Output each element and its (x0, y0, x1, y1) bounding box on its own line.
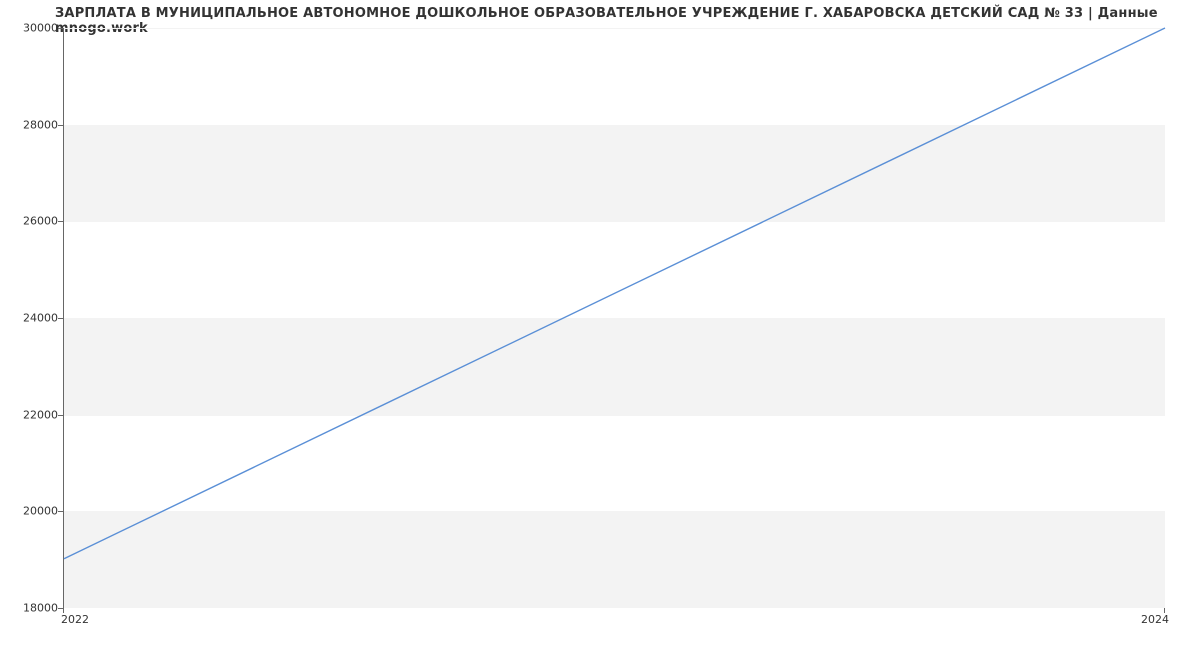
salary-line-chart: ЗАРПЛАТА В МУНИЦИПАЛЬНОЕ АВТОНОМНОЕ ДОШК… (0, 0, 1200, 650)
y-axis-label: 20000 (8, 505, 58, 518)
y-axis-label: 30000 (8, 22, 58, 35)
x-axis-label: 2022 (61, 613, 89, 626)
plot-area (63, 28, 1165, 608)
y-axis-label: 22000 (8, 409, 58, 422)
data-line (64, 28, 1165, 607)
x-axis-label: 2024 (1141, 613, 1169, 626)
y-axis-label: 28000 (8, 119, 58, 132)
y-axis-label: 24000 (8, 312, 58, 325)
y-axis-label: 26000 (8, 215, 58, 228)
y-axis-label: 18000 (8, 602, 58, 615)
